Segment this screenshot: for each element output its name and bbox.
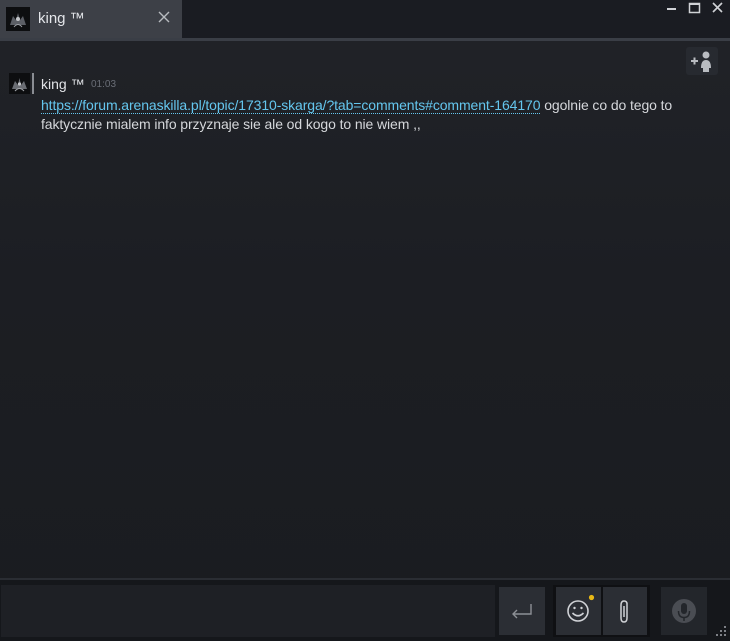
tab-chat-king[interactable]: king ™ [0,0,182,38]
add-friend-button[interactable] [686,47,718,75]
tab-title: king ™ [38,10,85,27]
microphone-icon [672,599,696,623]
enter-icon [512,604,532,619]
emoticon-button[interactable] [556,587,601,635]
chat-window: king ™ king ™ 01:03 https://forum.arenas… [0,0,730,641]
add-friend-icon [691,51,711,72]
send-button[interactable] [499,587,545,635]
minimize-icon[interactable] [664,1,680,15]
voice-button[interactable] [661,587,707,635]
composer-divider [0,578,730,580]
close-window-icon[interactable] [710,1,726,15]
message-author[interactable]: king ™ [41,76,85,92]
paperclip-icon [620,600,628,623]
resize-grip-icon[interactable] [714,624,728,638]
maximize-icon[interactable] [687,1,703,15]
smiley-icon [567,594,595,622]
attach-button[interactable] [603,587,647,635]
message-body: https://forum.arenaskilla.pl/topic/17310… [41,96,719,134]
message-input[interactable] [1,585,495,637]
message-timestamp: 01:03 [91,79,117,90]
message-link[interactable]: https://forum.arenaskilla.pl/topic/17310… [41,97,541,114]
avatar-icon [6,7,30,31]
avatar[interactable] [9,73,30,94]
status-bar [32,73,34,94]
close-icon[interactable] [158,11,170,23]
tab-bar-divider [0,38,730,41]
notification-dot [588,594,595,601]
